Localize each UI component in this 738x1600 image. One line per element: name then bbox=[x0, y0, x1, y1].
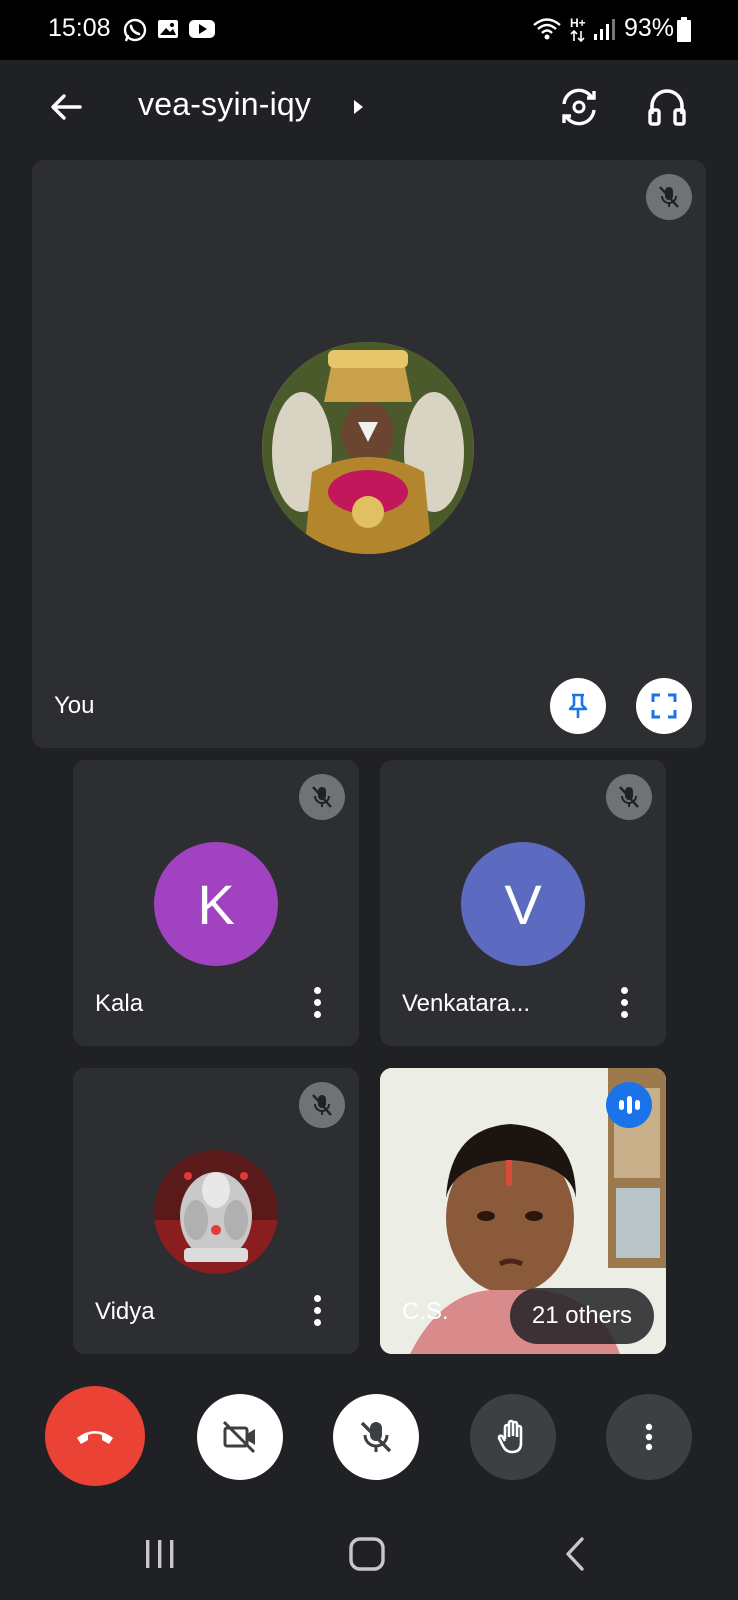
mic-off-icon bbox=[312, 786, 332, 808]
self-video-tile[interactable]: You bbox=[32, 160, 706, 748]
participant-avatar: V bbox=[461, 842, 585, 966]
pin-icon bbox=[568, 693, 588, 718]
data-arrows-icon bbox=[570, 30, 585, 42]
end-call-button[interactable] bbox=[45, 1386, 145, 1486]
mic-off-icon bbox=[312, 1094, 332, 1116]
battery-percent: 93% bbox=[623, 14, 674, 42]
participant-tile-venkatara[interactable]: V Venkatara... bbox=[380, 760, 666, 1046]
muted-badge bbox=[646, 174, 692, 220]
participant-tile-cs[interactable]: C.S. 21 others bbox=[380, 1068, 666, 1354]
participant-name: Kala bbox=[95, 990, 144, 1017]
recents-icon[interactable] bbox=[142, 1538, 178, 1570]
pin-button[interactable] bbox=[550, 678, 606, 734]
home-icon[interactable] bbox=[348, 1536, 386, 1572]
mic-toggle-button[interactable] bbox=[333, 1394, 419, 1480]
mic-off-icon bbox=[360, 1421, 392, 1453]
participant-avatar bbox=[154, 1150, 278, 1274]
participant-tile-kala[interactable]: K Kala bbox=[73, 760, 359, 1046]
network-type: H+ bbox=[570, 16, 586, 30]
muted-badge bbox=[606, 774, 652, 820]
mic-off-icon bbox=[619, 786, 639, 808]
arrow-left-icon[interactable] bbox=[44, 85, 88, 129]
muted-badge bbox=[299, 1082, 345, 1128]
wifi-icon bbox=[533, 18, 561, 40]
nav-back-icon[interactable] bbox=[560, 1536, 590, 1572]
whatsapp-icon bbox=[123, 18, 147, 42]
speaking-indicator-icon bbox=[606, 1082, 652, 1128]
caret-right-icon[interactable] bbox=[354, 100, 363, 114]
participant-name: Vidya bbox=[95, 1298, 155, 1325]
participant-more-button[interactable] bbox=[305, 1288, 329, 1332]
self-name: You bbox=[54, 692, 95, 719]
youtube-icon bbox=[189, 20, 215, 38]
meeting-header: vea-syin-iqy bbox=[0, 60, 738, 160]
camera-toggle-button[interactable] bbox=[197, 1394, 283, 1480]
muted-badge bbox=[299, 774, 345, 820]
participant-more-button[interactable] bbox=[612, 980, 636, 1024]
participant-avatar: K bbox=[154, 842, 278, 966]
more-options-button[interactable] bbox=[606, 1394, 692, 1480]
more-vert-icon bbox=[645, 1423, 653, 1451]
participant-tile-vidya[interactable]: Vidya bbox=[73, 1068, 359, 1354]
raise-hand-icon bbox=[497, 1419, 523, 1454]
end-call-icon bbox=[77, 1431, 113, 1444]
switch-camera-icon[interactable] bbox=[556, 84, 602, 130]
headphones-icon[interactable] bbox=[644, 84, 690, 130]
raise-hand-button[interactable] bbox=[470, 1394, 556, 1480]
battery-icon bbox=[677, 17, 691, 42]
status-time: 15:08 bbox=[48, 14, 111, 42]
self-avatar bbox=[262, 342, 474, 554]
camera-off-icon bbox=[222, 1420, 256, 1454]
others-count-button[interactable]: 21 others bbox=[509, 1288, 654, 1344]
system-nav-bar bbox=[0, 1500, 738, 1600]
mic-off-icon bbox=[659, 186, 679, 208]
meeting-code[interactable]: vea-syin-iqy bbox=[138, 86, 311, 123]
fullscreen-button[interactable] bbox=[636, 678, 692, 734]
participant-name: Venkatara... bbox=[402, 990, 531, 1017]
fullscreen-icon bbox=[651, 693, 677, 719]
participant-more-button[interactable] bbox=[305, 980, 329, 1024]
image-icon bbox=[158, 20, 178, 38]
status-bar: 15:08 H+ 93% bbox=[0, 0, 738, 60]
signal-icon bbox=[594, 19, 615, 40]
participant-name: C.S. bbox=[402, 1298, 449, 1325]
